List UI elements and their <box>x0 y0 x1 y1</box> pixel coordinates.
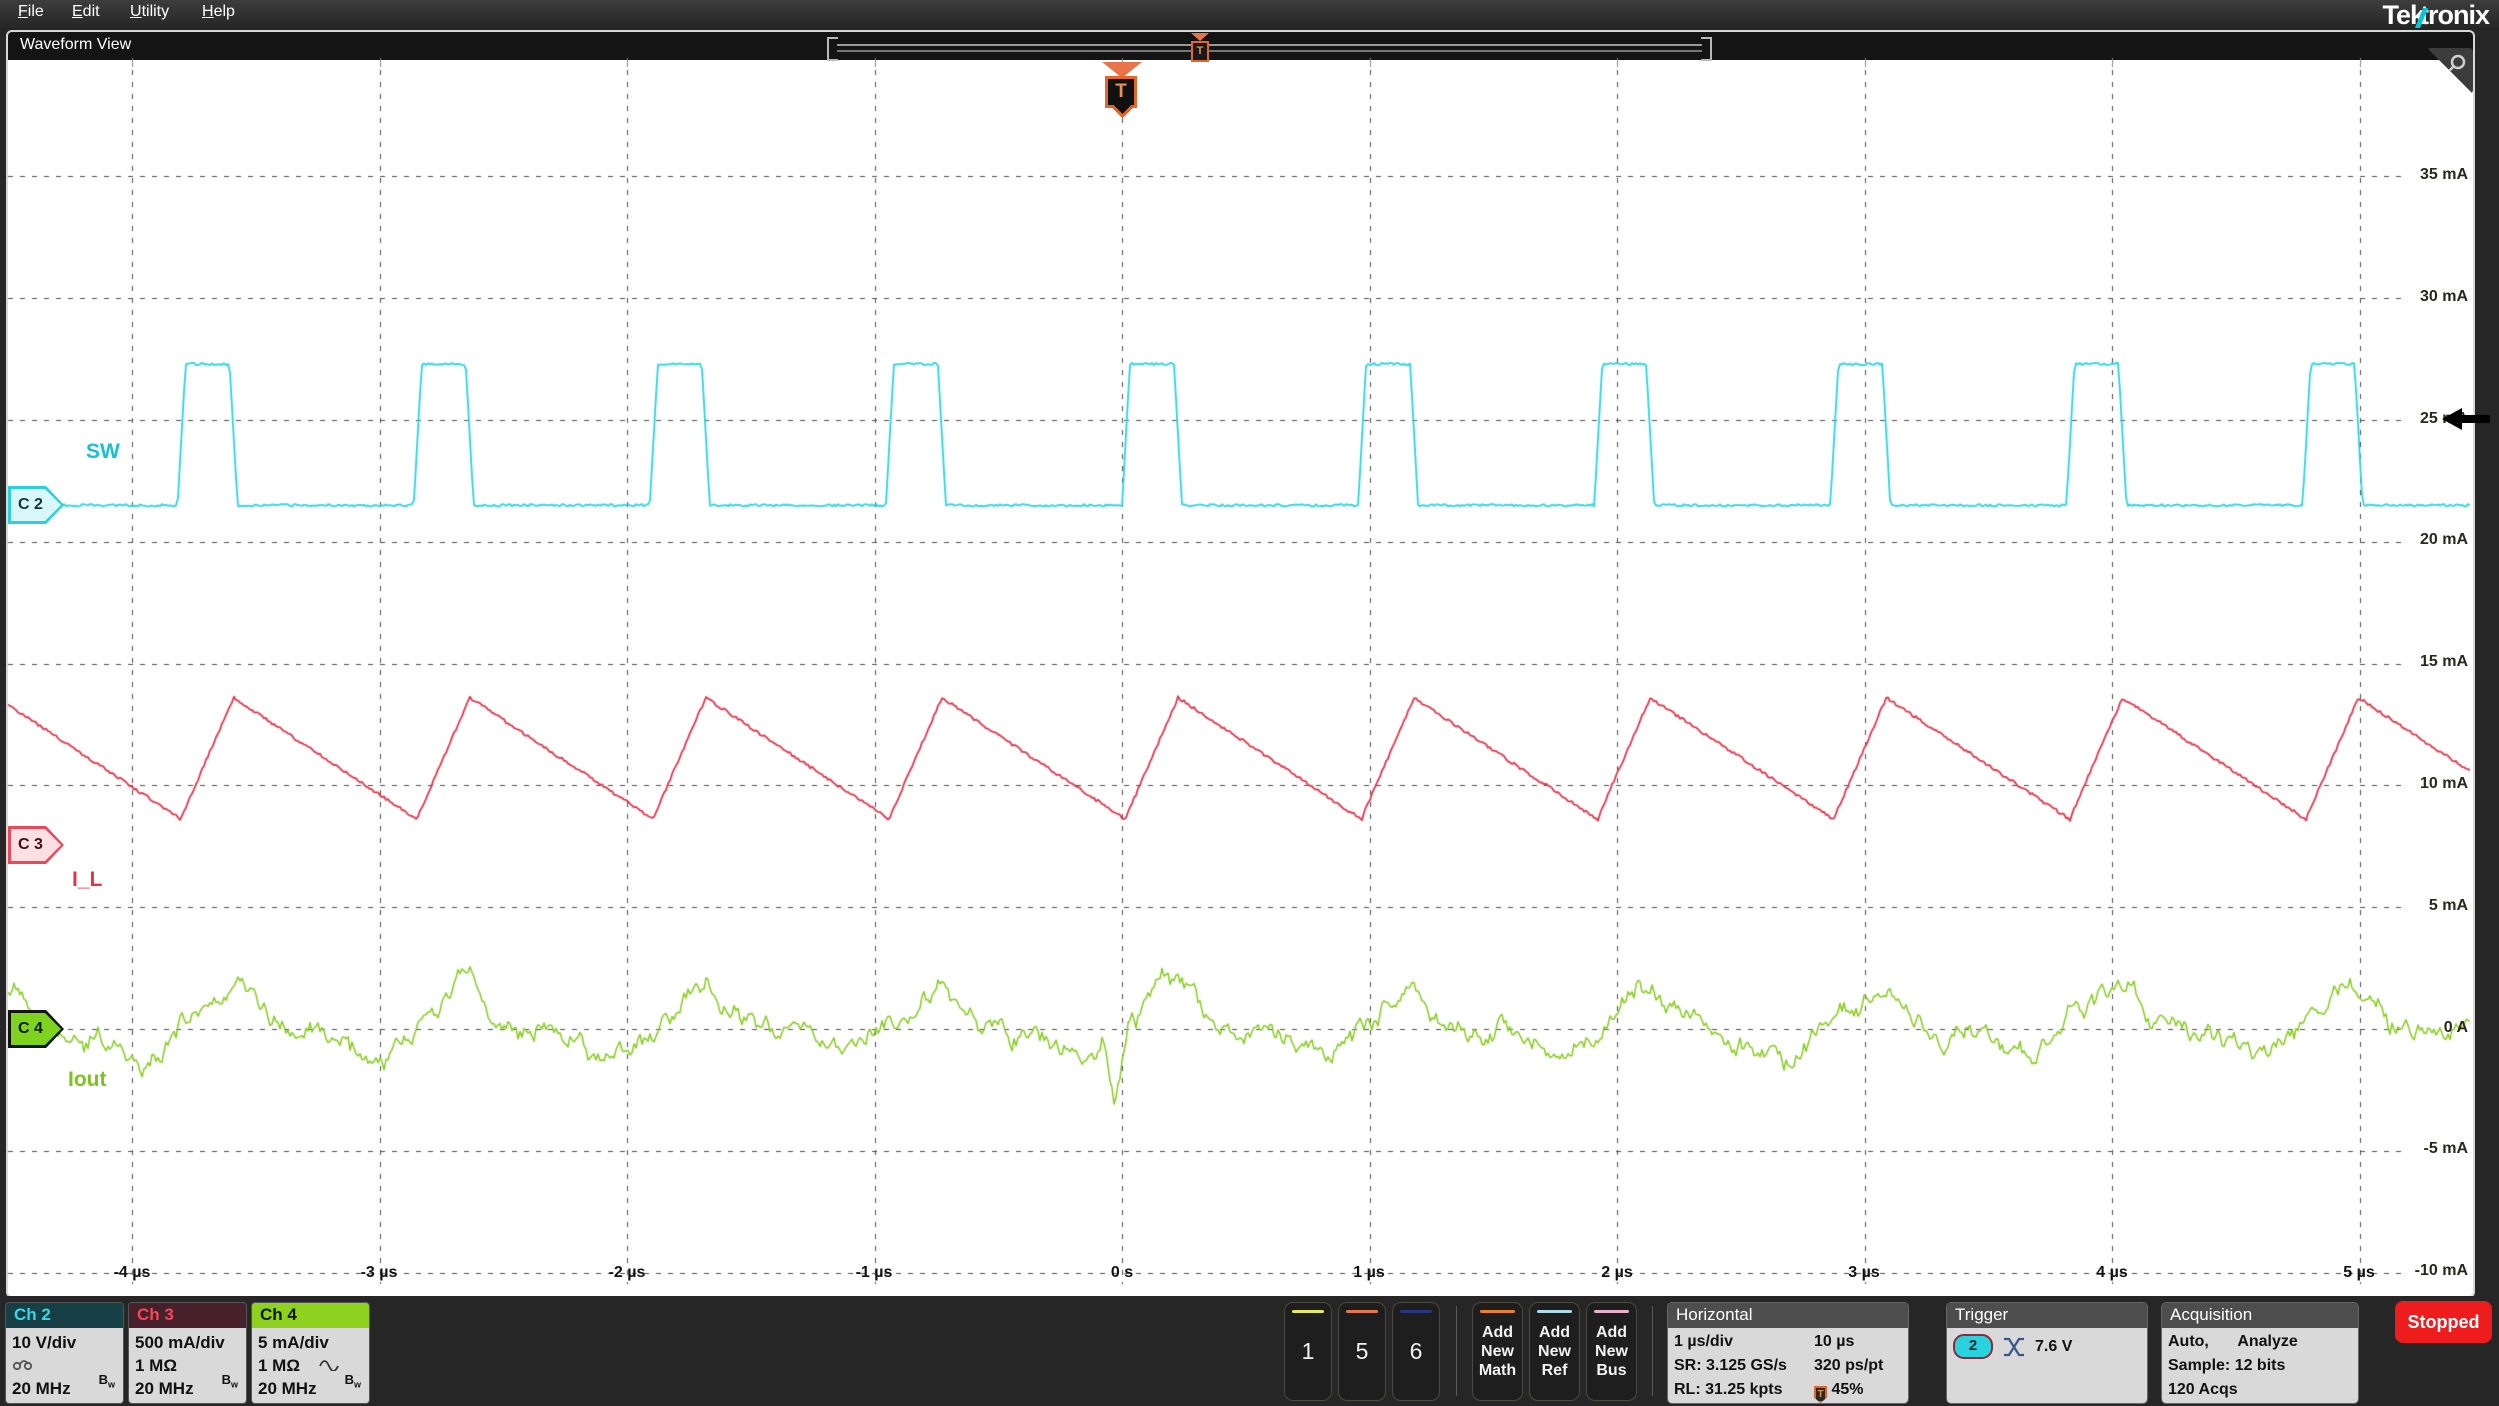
badge-header: Ch 4 <box>252 1303 369 1328</box>
edge-trigger-icon <box>2004 1337 2024 1356</box>
ruler-trigger-t-icon: T <box>1191 41 1209 62</box>
add-new-ref-button[interactable]: Add New Ref <box>1529 1302 1580 1401</box>
bandwidth-limit-icon: Bw <box>344 1372 361 1390</box>
button-1[interactable]: 1 <box>1284 1302 1332 1401</box>
trigger-panel-body: 2 7.6 V <box>1947 1328 2147 1403</box>
ruler-trigger-triangle-icon <box>1191 33 1209 41</box>
horizontal-scale: 1 µs/div <box>1674 1333 1734 1350</box>
badge-scale: 5 mA/div <box>258 1333 329 1352</box>
badge-scale: 10 V/div <box>12 1333 77 1352</box>
trigger-position-icon: T <box>1814 1386 1827 1403</box>
ruler-trigger-position-marker[interactable]: T <box>1191 33 1209 63</box>
badge-body: 10 V/div 20 MHz Bw <box>6 1328 123 1403</box>
arrow-tail <box>2460 415 2490 423</box>
divider <box>1456 1306 1457 1396</box>
button-6[interactable]: 6 <box>1392 1302 1440 1401</box>
menu-utility[interactable]: Utility <box>130 3 169 21</box>
acquisition-sample: Sample: 12 bits <box>2168 1357 2286 1374</box>
trigger-source-badge: 2 <box>1953 1334 1993 1359</box>
arrow-head <box>2442 408 2462 430</box>
trigger-position-pct: 45% <box>1831 1381 1864 1398</box>
ruler-right-bracket <box>1701 37 1712 61</box>
acquisition-panel-title: Acquisition <box>2162 1303 2358 1328</box>
bottom-control-bar: Ch 2 10 V/div 20 MHz Bw Ch 3 500 mA/div … <box>0 1296 2499 1406</box>
button-6-color-strip <box>1400 1310 1432 1313</box>
waveform-view-panel: Waveform View T <box>6 30 2475 1298</box>
horizontal-panel-body: 1 µs/div 10 µs SR: 3.125 GS/s 320 ps/pt RL… <box>1668 1328 1908 1403</box>
menu-bar: File Edit Utility Help <box>0 0 2499 30</box>
divider <box>1652 1306 1653 1396</box>
channel-badge-ch2[interactable]: Ch 2 10 V/div 20 MHz Bw <box>5 1302 124 1404</box>
tektronix-logo: Tek tronix <box>2382 0 2490 30</box>
menu-help[interactable]: Help <box>202 3 235 21</box>
record-view-ruler[interactable]: T <box>827 33 1712 62</box>
acquisition-mode: Auto, <box>2168 1333 2209 1350</box>
badge-body: 5 mA/div 1 MΩ 20 MHz Bw <box>252 1328 369 1403</box>
badge-scale: 500 mA/div <box>135 1333 225 1352</box>
horizontal-panel-title: Horizontal <box>1668 1303 1908 1328</box>
trigger-level-arrow-icon[interactable] <box>2442 406 2492 432</box>
add-new-bus-button[interactable]: Add New Bus <box>1586 1302 1637 1401</box>
acquisition-count: 120 Acqs <box>2168 1381 2238 1398</box>
bandwidth-limit-icon: Bw <box>98 1372 115 1390</box>
run-stop-status-button[interactable]: Stopped <box>2395 1301 2492 1343</box>
ref-color-strip <box>1537 1310 1572 1313</box>
tab-waveform-view[interactable]: Waveform View <box>20 36 131 54</box>
ac-coupling-icon <box>318 1360 339 1372</box>
button-5-color-strip <box>1346 1310 1378 1313</box>
ruler-track <box>837 44 1702 52</box>
badge-header: Ch 3 <box>129 1303 246 1328</box>
math-color-strip <box>1480 1310 1515 1313</box>
resolution: 320 ps/pt <box>1814 1357 1884 1374</box>
button-1-color-strip <box>1292 1310 1324 1313</box>
waveform-view-tab-strip: Waveform View T <box>8 32 2473 62</box>
bandwidth-limit-icon: Bw <box>221 1372 238 1390</box>
trigger-level: 7.6 V <box>2035 1337 2073 1355</box>
channel-badge-ch4[interactable]: Ch 4 5 mA/div 1 MΩ 20 MHz Bw <box>251 1302 370 1404</box>
trigger-panel[interactable]: Trigger 2 7.6 V <box>1946 1302 2148 1404</box>
menu-file[interactable]: File <box>18 3 44 21</box>
acquisition-analyze: Analyze <box>2237 1333 2298 1350</box>
record-length: RL: 31.25 kpts <box>1674 1381 1783 1398</box>
bus-color-strip <box>1594 1310 1629 1313</box>
acquisition-panel[interactable]: Acquisition Auto, Analyze Sample: 12 bit… <box>2161 1302 2359 1404</box>
horizontal-window: 10 µs <box>1814 1333 1855 1350</box>
acquisition-panel-body: Auto, Analyze Sample: 12 bits 120 Acqs <box>2162 1328 2358 1403</box>
badge-header: Ch 2 <box>6 1303 123 1328</box>
add-new-math-button[interactable]: Add New Math <box>1472 1302 1523 1401</box>
menu-edit[interactable]: Edit <box>72 3 100 21</box>
horizontal-panel[interactable]: Horizontal 1 µs/div 10 µs SR: 3.125 GS/s 3… <box>1667 1302 1909 1404</box>
channel-badge-ch3[interactable]: Ch 3 500 mA/div 1 MΩ 20 MHz Bw <box>128 1302 247 1404</box>
trigger-position-flag[interactable]: T <box>1101 62 1143 126</box>
sample-rate: SR: 3.125 GS/s <box>1674 1357 1787 1374</box>
badge-body: 500 mA/div 1 MΩ 20 MHz Bw <box>129 1328 246 1403</box>
button-5[interactable]: 5 <box>1338 1302 1386 1401</box>
trigger-panel-title: Trigger <box>1947 1303 2147 1328</box>
